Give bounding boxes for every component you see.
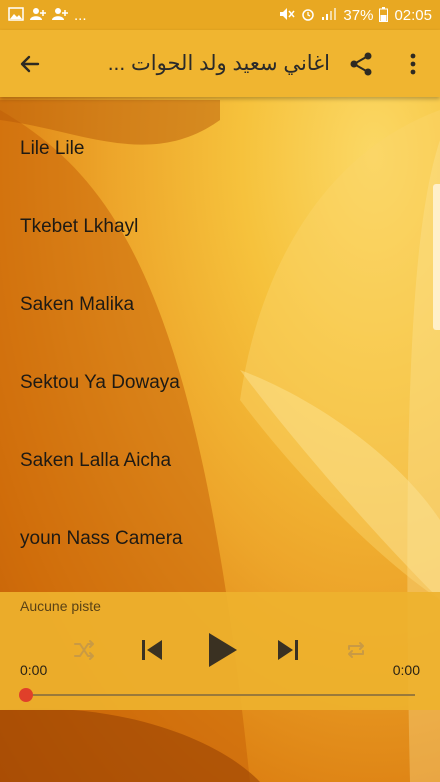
battery-icon [379, 6, 389, 24]
contact-add-notification-icon [30, 7, 46, 23]
list-item[interactable]: Tkebet Lkhayl [0, 188, 440, 266]
play-button[interactable] [200, 628, 244, 672]
clock: 02:05 [394, 6, 432, 24]
next-button[interactable] [270, 632, 306, 668]
list-item[interactable]: Saken Lalla Aicha [0, 422, 440, 500]
contact-add-notification-icon [52, 7, 68, 23]
gallery-notification-icon [8, 7, 24, 23]
scrollbar[interactable] [433, 184, 440, 330]
media-player: Aucune piste 0:00 0:00 [0, 592, 440, 710]
more-notifications-indicator: ... [74, 6, 87, 24]
share-icon [350, 52, 372, 76]
signal-icon [321, 7, 337, 23]
status-bar: ... 37% 02:05 [0, 0, 440, 30]
seek-thumb[interactable] [19, 688, 33, 702]
previous-button[interactable] [134, 632, 170, 668]
list-item[interactable]: Lile Lile [0, 110, 440, 188]
shuffle-button[interactable] [68, 634, 100, 666]
background-bottom [0, 710, 440, 782]
repeat-icon [348, 642, 364, 658]
list-item[interactable]: Sektou Ya Dowaya [0, 344, 440, 422]
app-bar: اغاني سعيد ولد الحوات ... [0, 30, 440, 97]
current-time: 0:00 [20, 662, 48, 678]
repeat-button[interactable] [340, 634, 372, 666]
share-button[interactable] [344, 48, 378, 80]
skip-previous-icon [142, 640, 162, 660]
list-item[interactable]: youn Nass Camera [0, 500, 440, 578]
seek-bar[interactable] [26, 694, 415, 696]
overflow-menu-button[interactable] [398, 48, 428, 80]
battery-percent: 37% [343, 6, 374, 24]
song-title: Tkebet Lkhayl [20, 216, 139, 237]
song-title: Saken Lalla Aicha [20, 450, 172, 471]
song-title: Saken Malika [20, 294, 135, 315]
song-title: youn Nass Camera [20, 528, 183, 549]
shuffle-icon [74, 640, 94, 660]
song-title: Lile Lile [20, 138, 85, 159]
more-vertical-icon [410, 53, 416, 75]
song-title: Sektou Ya Dowaya [20, 372, 180, 393]
total-time: 0:00 [392, 662, 420, 678]
song-list: Lile Lile Tkebet Lkhayl Saken Malika Sek… [0, 110, 440, 578]
back-button[interactable] [14, 48, 46, 80]
play-icon [209, 633, 237, 667]
skip-next-icon [278, 640, 298, 660]
page-title: اغاني سعيد ولد الحوات ... [107, 52, 330, 75]
arrow-left-icon [20, 55, 40, 73]
list-item[interactable]: Saken Malika [0, 266, 440, 344]
alarm-icon [301, 7, 315, 23]
track-label: Aucune piste [20, 598, 101, 614]
mute-icon [279, 7, 295, 23]
